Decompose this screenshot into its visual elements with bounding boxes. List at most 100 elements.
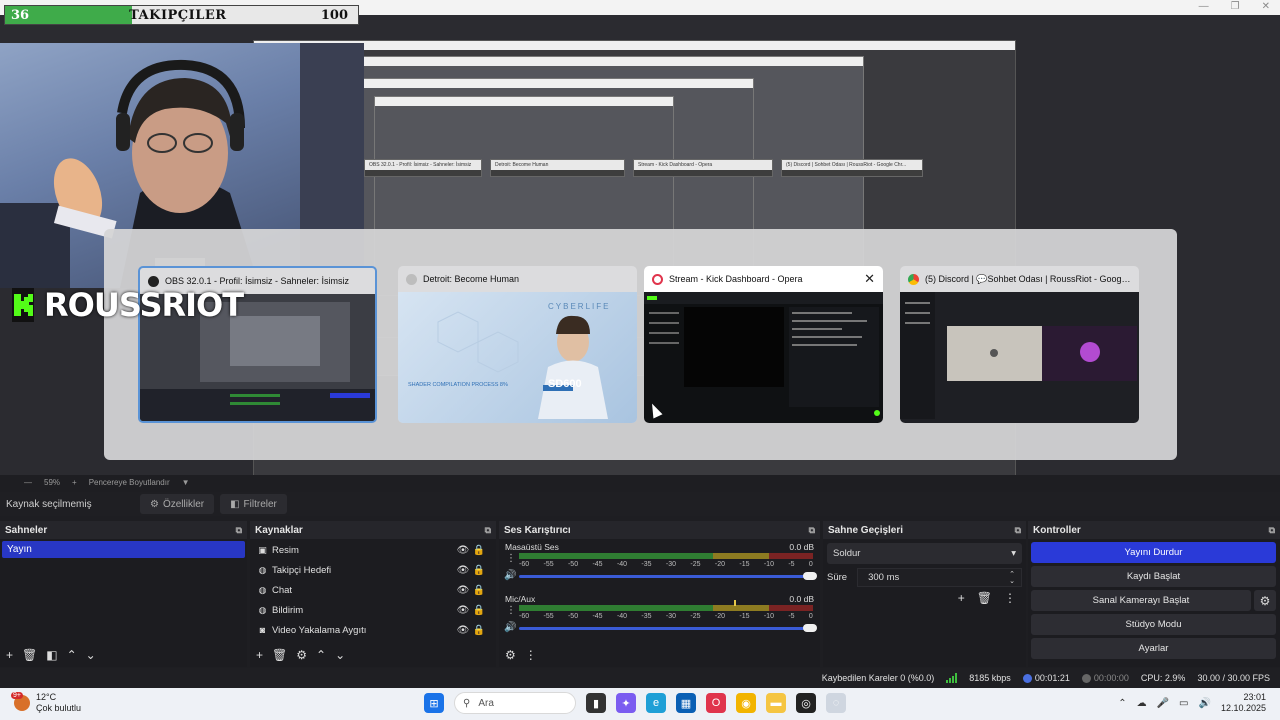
studio-mode-button[interactable]: Stüdyo Modu bbox=[1031, 614, 1276, 635]
move-down-button[interactable]: ⌄ bbox=[86, 648, 96, 662]
clock[interactable]: 23:01 12.10.2025 bbox=[1221, 692, 1266, 714]
visibility-icon[interactable]: 👁 bbox=[455, 565, 471, 576]
minimize-icon[interactable]: — bbox=[1199, 1, 1209, 12]
undock-icon[interactable]: ⧉ bbox=[1269, 525, 1275, 536]
lock-icon[interactable]: 🔒 bbox=[471, 585, 487, 596]
weather-widget[interactable]: 9+ 12°C Çok bulutlu bbox=[11, 692, 82, 714]
chevron-up-icon[interactable]: ⌃ bbox=[1118, 698, 1126, 709]
follower-goal-target: 100 bbox=[320, 7, 348, 23]
cloud-icon[interactable]: ☁ bbox=[1137, 698, 1147, 709]
duration-input[interactable]: 300 ms ⌃ ⌄ bbox=[857, 568, 1022, 587]
weather-desc: Çok bulutlu bbox=[36, 703, 82, 713]
zoom-mode[interactable]: Pencereye Boyutlandır bbox=[89, 478, 170, 487]
volume-slider[interactable] bbox=[519, 624, 817, 632]
dock-title: Sahneler bbox=[5, 524, 48, 536]
volume-slider-handle[interactable] bbox=[803, 572, 817, 580]
transition-menu-icon[interactable]: ⋮ bbox=[1004, 591, 1016, 605]
add-transition-button[interactable]: + bbox=[958, 591, 965, 605]
properties-button[interactable]: ⚙ Özellikler bbox=[140, 494, 215, 514]
system-tray: ⌃ ☁ 🎤 ▭ 🔊 23:01 12.10.2025 bbox=[1118, 692, 1266, 714]
source-properties-button[interactable]: ⚙ bbox=[296, 648, 307, 662]
lock-icon[interactable]: 🔒 bbox=[471, 625, 487, 636]
detroit-icon bbox=[406, 273, 417, 285]
remove-scene-button[interactable]: 🗑 bbox=[22, 648, 37, 662]
spin-arrows-icon[interactable]: ⌃ ⌄ bbox=[1009, 571, 1015, 585]
remove-source-button[interactable]: 🗑 bbox=[272, 648, 287, 662]
taskbar-search[interactable]: ⚲ Ara bbox=[454, 692, 576, 714]
duration-row: Süre 300 ms ⌃ ⌄ bbox=[827, 567, 1022, 588]
add-source-button[interactable]: + bbox=[256, 648, 263, 662]
source-row[interactable]: ◍ Takipçi Hedefi 👁 🔒 bbox=[250, 560, 496, 580]
microphone-icon[interactable]: 🎤 bbox=[1157, 698, 1169, 709]
detroit-icon[interactable]: ◌ bbox=[826, 693, 846, 713]
source-row[interactable]: ▣ Resim 👁 🔒 bbox=[250, 540, 496, 560]
scene-item[interactable]: Yayın bbox=[2, 541, 245, 558]
chevron-down-icon[interactable]: ▼ bbox=[182, 478, 190, 487]
close-card-button[interactable]: ✕ bbox=[864, 271, 875, 287]
lock-icon[interactable]: 🔒 bbox=[471, 545, 487, 556]
speaker-icon[interactable]: 🔊 bbox=[504, 622, 516, 633]
lock-icon[interactable]: 🔒 bbox=[471, 565, 487, 576]
add-scene-button[interactable]: + bbox=[6, 648, 13, 662]
start-virtual-camera-button[interactable]: Sanal Kamerayı Başlat bbox=[1031, 590, 1251, 611]
switcher-card-detroit[interactable]: Detroit: Become Human CYBERLIFE SD600 SH… bbox=[398, 266, 637, 423]
remove-transition-button[interactable]: 🗑 bbox=[977, 591, 992, 605]
move-up-button[interactable]: ⌃ bbox=[67, 648, 77, 662]
switcher-card-discord[interactable]: (5) Discord | 💬Sohbet Odası | RoussRiot … bbox=[900, 266, 1139, 423]
transition-select[interactable]: Soldur ▾ bbox=[827, 543, 1022, 564]
undock-icon[interactable]: ⧉ bbox=[485, 525, 491, 536]
volume-slider-handle[interactable] bbox=[803, 624, 817, 632]
source-row[interactable]: ◍ Bildirim 👁 🔒 bbox=[250, 600, 496, 620]
volume-icon[interactable]: 🔊 bbox=[1199, 698, 1211, 709]
restore-icon[interactable]: ❐ bbox=[1231, 1, 1240, 12]
close-icon[interactable]: ✕ bbox=[1262, 1, 1270, 12]
task-view-icon[interactable]: ▮ bbox=[586, 693, 606, 713]
start-icon[interactable]: ⊞ bbox=[424, 693, 444, 713]
channel-menu-icon[interactable]: ⋮ bbox=[506, 605, 516, 616]
file-explorer-icon[interactable]: ▬ bbox=[766, 693, 786, 713]
virtual-camera-settings-icon[interactable]: ⚙ bbox=[1254, 590, 1276, 611]
mixer-menu-icon[interactable]: ⋮ bbox=[525, 648, 537, 662]
speaker-icon[interactable]: 🔊 bbox=[504, 570, 516, 581]
chrome-icon[interactable]: ◉ bbox=[736, 693, 756, 713]
store-icon[interactable]: ▦ bbox=[676, 693, 696, 713]
channel-menu-icon[interactable]: ⋮ bbox=[506, 553, 516, 564]
notification-badge: 9+ bbox=[11, 692, 23, 699]
visibility-icon[interactable]: 👁 bbox=[455, 585, 471, 596]
visibility-icon[interactable]: 👁 bbox=[455, 625, 471, 636]
undock-icon[interactable]: ⧉ bbox=[809, 525, 815, 536]
source-row[interactable]: ◍ Chat 👁 🔒 bbox=[250, 580, 496, 600]
zoom-in-icon[interactable]: + bbox=[72, 478, 77, 487]
scene-filters-button[interactable]: ◧ bbox=[46, 648, 57, 662]
switcher-card-kick[interactable]: Stream - Kick Dashboard - Opera ✕ bbox=[644, 266, 883, 423]
edge-icon[interactable]: e bbox=[646, 693, 666, 713]
obs-icon[interactable]: ◎ bbox=[796, 693, 816, 713]
stop-stream-button[interactable]: Yayını Durdur bbox=[1031, 542, 1276, 563]
channel-db: 0.0 dB bbox=[789, 542, 814, 552]
start-recording-button[interactable]: Kaydı Başlat bbox=[1031, 566, 1276, 587]
filters-button[interactable]: ◧ Filtreler bbox=[220, 494, 287, 514]
record-icon bbox=[1081, 674, 1091, 684]
channel-name: Mic/Aux bbox=[505, 594, 536, 604]
copilot-icon[interactable]: ✦ bbox=[616, 693, 636, 713]
advanced-audio-icon[interactable]: ⚙ bbox=[505, 648, 516, 662]
network-icon[interactable]: ▭ bbox=[1179, 698, 1188, 709]
opera-icon[interactable]: O bbox=[706, 693, 726, 713]
settings-button[interactable]: Ayarlar bbox=[1031, 638, 1276, 659]
shader-progress-text: SHADER COMPILATION PROCESS 8% bbox=[408, 382, 508, 388]
volume-slider[interactable] bbox=[519, 572, 817, 580]
move-down-button[interactable]: ⌄ bbox=[335, 648, 345, 662]
gear-icon: ⚙ bbox=[150, 498, 159, 510]
transition-tools: + 🗑 ⋮ bbox=[958, 591, 1016, 605]
undock-icon[interactable]: ⧉ bbox=[1015, 525, 1021, 536]
zoom-out-icon[interactable]: — bbox=[24, 478, 32, 487]
move-up-button[interactable]: ⌃ bbox=[316, 648, 326, 662]
source-row[interactable]: ◙ Video Yakalama Aygıtı 👁 🔒 bbox=[250, 620, 496, 640]
undock-icon[interactable]: ⧉ bbox=[236, 525, 242, 536]
lock-icon[interactable]: 🔒 bbox=[471, 605, 487, 616]
visibility-icon[interactable]: 👁 bbox=[455, 605, 471, 616]
visibility-icon[interactable]: 👁 bbox=[455, 545, 471, 556]
streaming-icon bbox=[1022, 674, 1032, 684]
chrome-icon bbox=[908, 273, 919, 285]
preview-canvas[interactable]: OBS 32.0.1 - Profil: İsimsiz - Sahneler:… bbox=[0, 15, 1280, 475]
